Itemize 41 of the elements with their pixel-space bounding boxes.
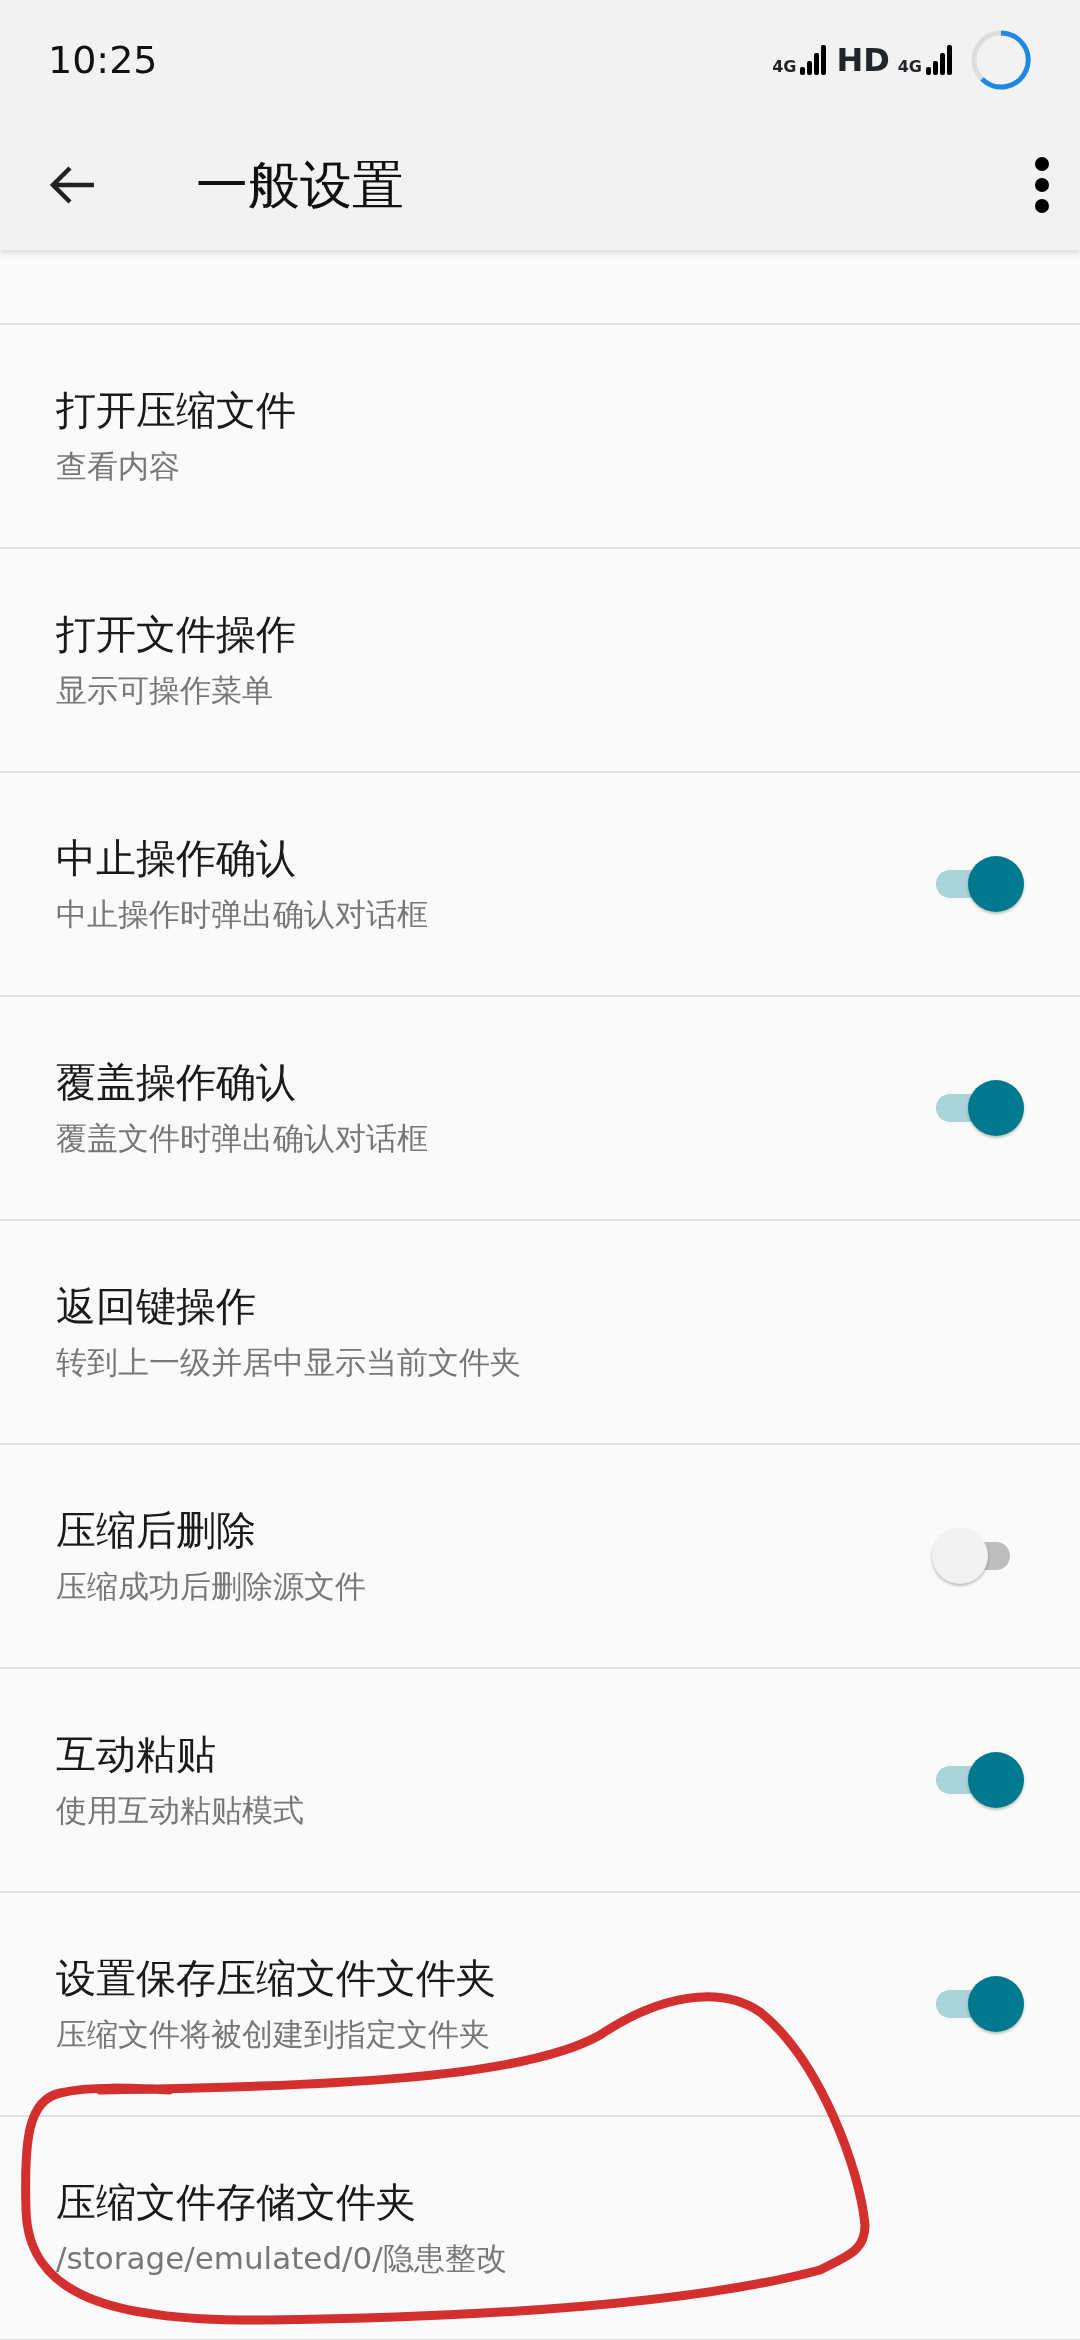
setting-title: 压缩后删除 [56,1506,257,1555]
battery-ring-icon [970,29,1032,91]
signal-icon [926,45,954,75]
setting-title: 中止操作确认 [56,834,297,883]
signal-icon [800,45,829,75]
setting-subtitle: 压缩成功后删除源文件 [56,1568,367,1606]
setting-title: 打开压缩文件 [56,386,297,435]
setting-subtitle: 使用互动粘贴模式 [56,1792,305,1830]
settings-row[interactable]: 设置保存压缩文件文件夹 压缩文件将被创建到指定文件夹 [0,1893,1080,2117]
setting-subtitle: 覆盖文件时弹出确认对话框 [56,1120,429,1158]
settings-row[interactable]: 覆盖操作确认 覆盖文件时弹出确认对话框 [0,997,1080,1221]
settings-row[interactable]: 返回键操作 转到上一级并居中显示当前文件夹 [0,1221,1080,1445]
setting-title: 互动粘贴 [56,1730,217,1779]
toggle-switch[interactable] [936,1750,1024,1810]
page-title: 一般设置 [196,154,404,217]
setting-subtitle: 查看内容 [56,448,181,486]
settings-row[interactable]: 压缩文件存储文件夹 /storage/emulated/0/隐患整改 [0,2117,1080,2340]
settings-row[interactable]: 压缩后删除 压缩成功后删除源文件 [0,1445,1080,1669]
setting-title: 覆盖操作确认 [56,1058,297,1107]
settings-row[interactable]: 打开压缩文件 查看内容 [0,325,1080,549]
setting-title: 打开文件操作 [56,610,297,659]
setting-title: 返回键操作 [56,1282,257,1331]
toggle-switch[interactable] [936,854,1024,914]
setting-subtitle: 压缩文件将被创建到指定文件夹 [56,2016,491,2054]
settings-row[interactable]: 打开文件操作 显示可操作菜单 [0,549,1080,773]
settings-row[interactable]: 中止操作确认 中止操作时弹出确认对话框 [0,773,1080,997]
settings-row[interactable]: 互动粘贴 使用互动粘贴模式 [0,1669,1080,1893]
network-label: 4G [897,59,922,75]
hd-label: HD [836,44,890,76]
back-arrow-icon[interactable] [48,165,96,205]
toggle-switch[interactable] [936,1078,1024,1138]
network-label: 4G [772,59,797,75]
more-options-icon[interactable] [1034,156,1050,214]
setting-subtitle: 中止操作时弹出确认对话框 [56,896,429,934]
setting-title: 压缩文件存储文件夹 [56,2178,417,2227]
setting-title: 设置保存压缩文件文件夹 [56,1954,497,2003]
status-time: 10:25 [48,36,158,84]
setting-subtitle: /storage/emulated/0/隐患整改 [56,2240,508,2278]
setting-subtitle: 显示可操作菜单 [56,672,274,710]
setting-subtitle: 转到上一级并居中显示当前文件夹 [56,1344,522,1382]
toggle-switch[interactable] [936,1974,1024,2034]
